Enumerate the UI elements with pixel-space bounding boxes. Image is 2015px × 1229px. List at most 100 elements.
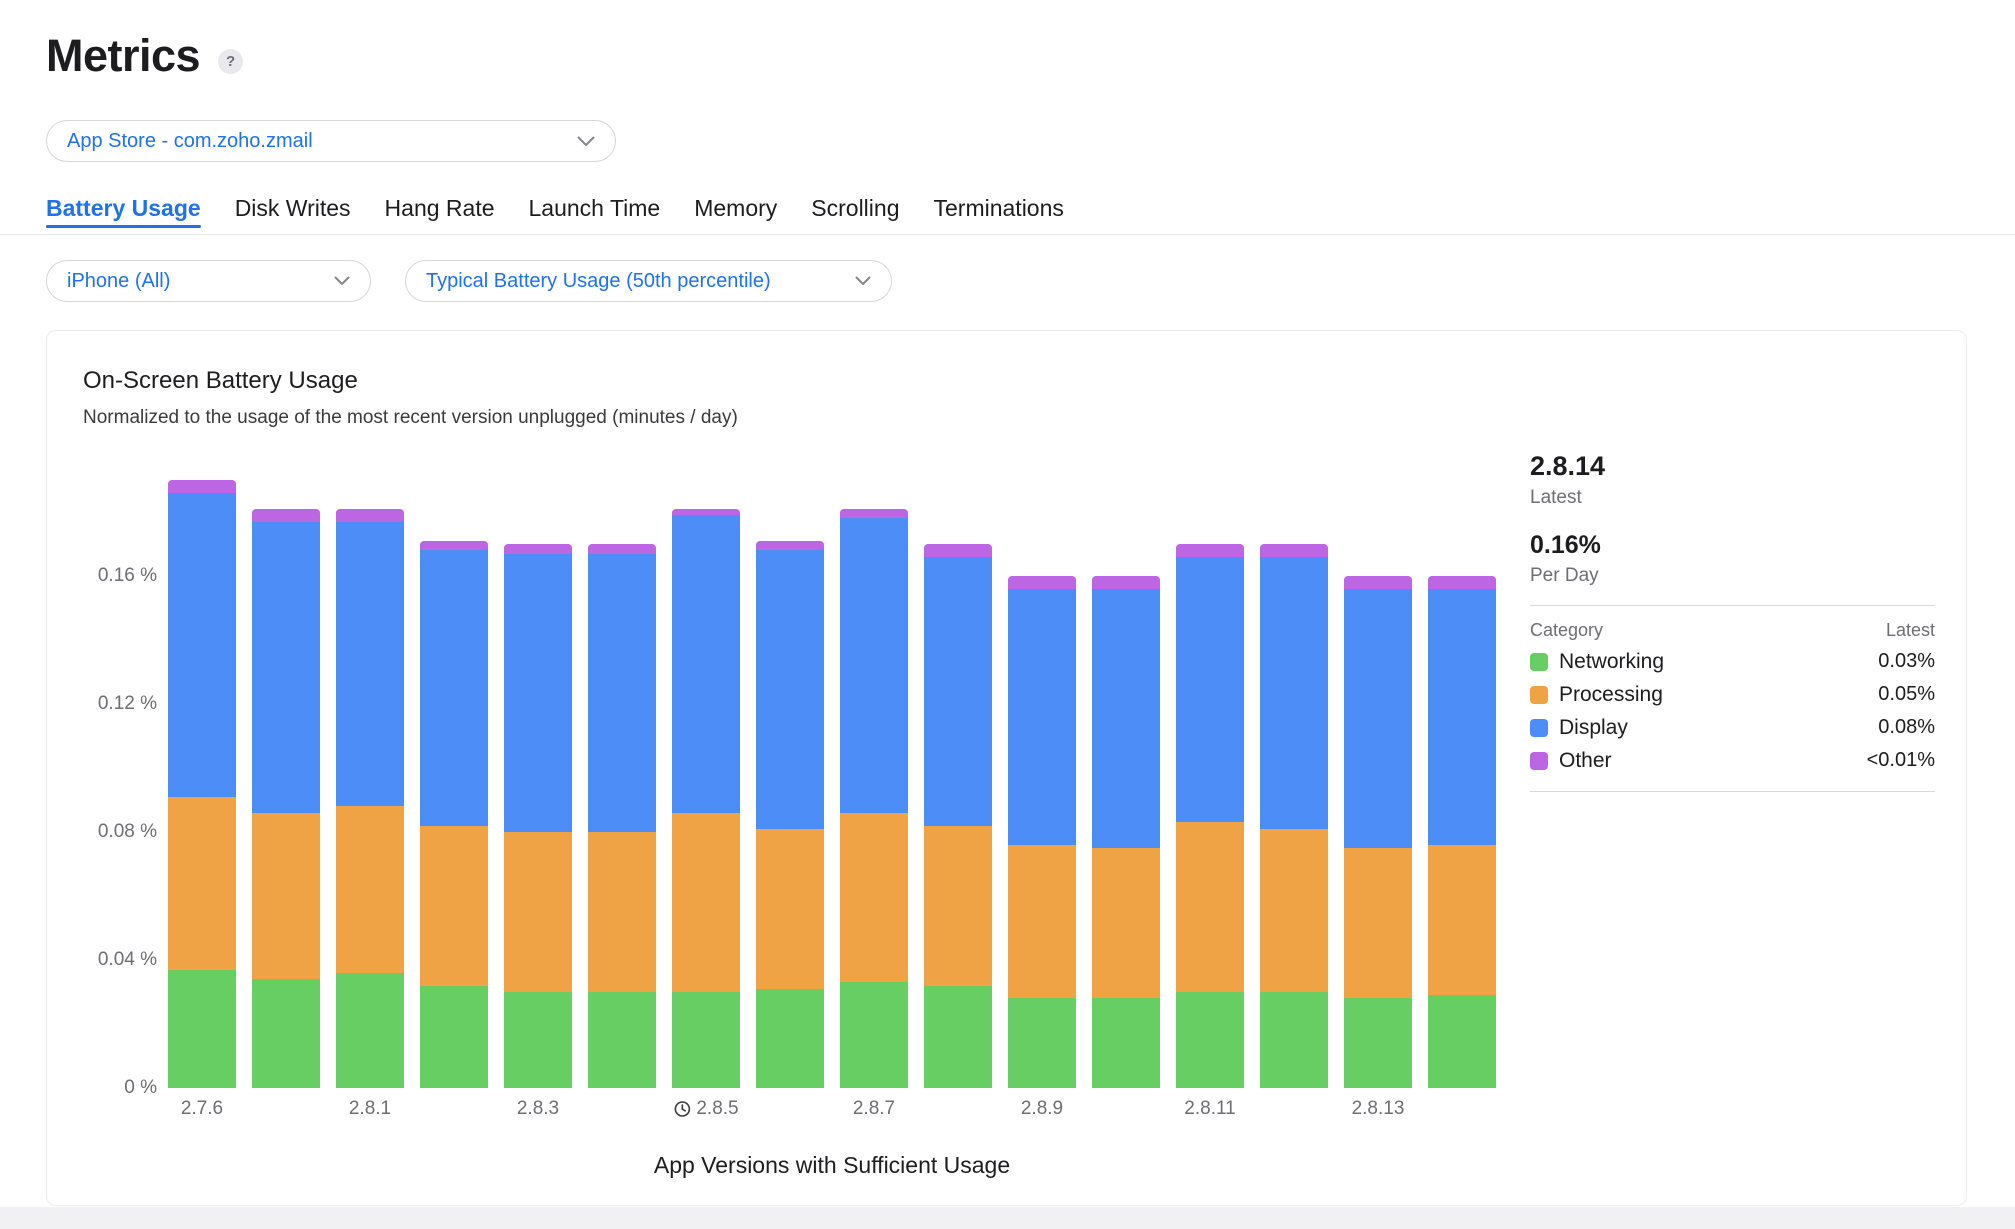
bar-2.8.6[interactable]	[756, 540, 824, 1088]
bar-2.7.6[interactable]	[168, 480, 236, 1088]
chevron-down-icon	[577, 136, 595, 146]
legend-value: 0.03%	[1878, 650, 1935, 672]
bar-segment-other	[420, 540, 488, 551]
bar-segment-processing	[252, 812, 320, 980]
bar-segment-processing	[1092, 848, 1160, 999]
x-axis-tick: 2.7.6	[180, 1098, 224, 1119]
legend-label: Processing	[1559, 682, 1663, 706]
processing-swatch-icon	[1530, 685, 1548, 704]
bar-segment-other	[1260, 544, 1328, 557]
tab-launch-time[interactable]: Launch Time	[529, 195, 661, 231]
bar-segment-processing	[924, 825, 992, 986]
y-axis-tick: 0.04 %	[97, 949, 157, 970]
bar-segment-other	[168, 480, 236, 493]
bar-segment-other	[588, 544, 656, 554]
bar-segment-other	[252, 508, 320, 522]
page-title: Metrics	[46, 30, 201, 81]
summary-divider	[1530, 605, 1935, 606]
x-axis-caption: App Versions with Sufficient Usage	[653, 1152, 1011, 1178]
summary-divider	[1530, 791, 1935, 792]
bar-2.8.3[interactable]	[504, 544, 572, 1088]
legend-value: 0.05%	[1878, 683, 1935, 705]
bar-segment-processing	[168, 796, 236, 970]
bar-2.8.0[interactable]	[252, 508, 320, 1088]
latest-version-caption: Latest	[1530, 487, 1582, 508]
legend-label: Networking	[1559, 649, 1665, 673]
bar-segment-display	[672, 515, 740, 813]
app-selector-dropdown[interactable]: App Store - com.zoho.zmail	[46, 120, 616, 162]
legend-label: Display	[1559, 715, 1628, 739]
bar-2.8.13[interactable]	[1344, 576, 1412, 1088]
filter-bar: iPhone (All) Typical Battery Usage (50th…	[46, 260, 892, 302]
chevron-down-icon	[334, 276, 350, 285]
chart-title: On-Screen Battery Usage	[83, 367, 358, 394]
bar-segment-display	[1092, 588, 1160, 849]
legend-header: Category Latest	[1530, 620, 1935, 641]
metric-filter-value: Typical Battery Usage (50th percentile)	[426, 269, 771, 292]
bar-segment-display	[1176, 556, 1244, 823]
bar-2.8.2[interactable]	[420, 540, 488, 1088]
tab-memory[interactable]: Memory	[694, 195, 777, 231]
chevron-down-icon	[855, 276, 871, 285]
app-selector-value: App Store - com.zoho.zmail	[67, 129, 313, 152]
bar-2.8.5[interactable]	[672, 508, 740, 1088]
y-axis-tick: 0.08 %	[97, 821, 157, 842]
y-axis-tick: 0 %	[124, 1077, 157, 1098]
bar-segment-processing	[1176, 822, 1244, 992]
x-axis-tick: 2.8.5	[673, 1098, 739, 1120]
latest-value-caption: Per Day	[1530, 565, 1599, 586]
tab-terminations[interactable]: Terminations	[934, 195, 1064, 231]
bar-segment-networking	[1428, 995, 1496, 1088]
latest-summary-panel: 2.8.14 Latest 0.16% Per Day Category Lat…	[1530, 451, 1935, 792]
bar-segment-networking	[336, 972, 404, 1088]
tab-scrolling[interactable]: Scrolling	[811, 195, 899, 231]
y-axis-tick: 0.16 %	[97, 565, 157, 586]
bar-segment-networking	[252, 979, 320, 1088]
device-filter-value: iPhone (All)	[67, 269, 171, 292]
bar-segment-networking	[1344, 998, 1412, 1088]
page-header: Metrics ?	[46, 30, 244, 82]
bar-segment-processing	[840, 812, 908, 983]
help-icon[interactable]: ?	[218, 48, 244, 74]
x-axis: 2.7.6 2.8.1 2.8.3 2.8.5 2.8.7 2.8.9 2.8.11 2.8.…	[168, 1098, 1496, 1126]
bar-segment-other	[840, 508, 908, 519]
legend-row-display: Display 0.08%	[1530, 711, 1935, 744]
latest-value: 0.16%	[1530, 531, 1601, 559]
y-axis: 0 % 0.04 % 0.08 % 0.12 % 0.16 %	[83, 448, 157, 1098]
legend-row-processing: Processing 0.05%	[1530, 678, 1935, 711]
bar-segment-processing	[336, 806, 404, 973]
bar-segment-processing	[504, 832, 572, 992]
bar-2.8.7[interactable]	[840, 508, 908, 1088]
bar-segment-other	[756, 540, 824, 551]
chart-plot-area: 0 % 0.04 % 0.08 % 0.12 % 0.16 % 2.7.6 2.8.1 2.…	[83, 448, 1503, 1208]
tab-battery-usage[interactable]: Battery Usage	[46, 195, 201, 231]
bar-2.8.12[interactable]	[1260, 544, 1328, 1088]
metric-filter-dropdown[interactable]: Typical Battery Usage (50th percentile)	[405, 260, 892, 302]
battery-usage-card: On-Screen Battery Usage Normalized to th…	[46, 330, 1967, 1206]
bar-segment-display	[840, 518, 908, 813]
bar-2.8.11[interactable]	[1176, 544, 1244, 1088]
bar-segment-other	[1008, 576, 1076, 589]
tab-disk-writes[interactable]: Disk Writes	[235, 195, 351, 231]
bar-segment-networking	[1260, 992, 1328, 1088]
bar-segment-other	[1176, 544, 1244, 557]
bar-segment-networking	[924, 985, 992, 1088]
bar-2.8.4[interactable]	[588, 544, 656, 1088]
bar-segment-display	[336, 521, 404, 807]
bar-2.8.1[interactable]	[336, 508, 404, 1088]
bar-2.8.10[interactable]	[1092, 576, 1160, 1088]
bar-2.8.9[interactable]	[1008, 576, 1076, 1088]
tab-hang-rate[interactable]: Hang Rate	[385, 195, 495, 231]
device-filter-dropdown[interactable]: iPhone (All)	[46, 260, 371, 302]
x-axis-tick: 2.8.13	[1351, 1098, 1405, 1119]
bar-segment-other	[924, 544, 992, 557]
other-swatch-icon	[1530, 751, 1548, 770]
tab-bar-divider	[0, 234, 2015, 235]
bar-2.8.8[interactable]	[924, 544, 992, 1088]
legend-value: <0.01%	[1866, 749, 1935, 771]
bar-segment-processing	[1344, 848, 1412, 999]
bar-segment-other	[1428, 576, 1496, 589]
legend-header-category: Category	[1530, 620, 1604, 640]
bar-2.8.14[interactable]	[1428, 576, 1496, 1088]
bar-segment-display	[1008, 588, 1076, 845]
